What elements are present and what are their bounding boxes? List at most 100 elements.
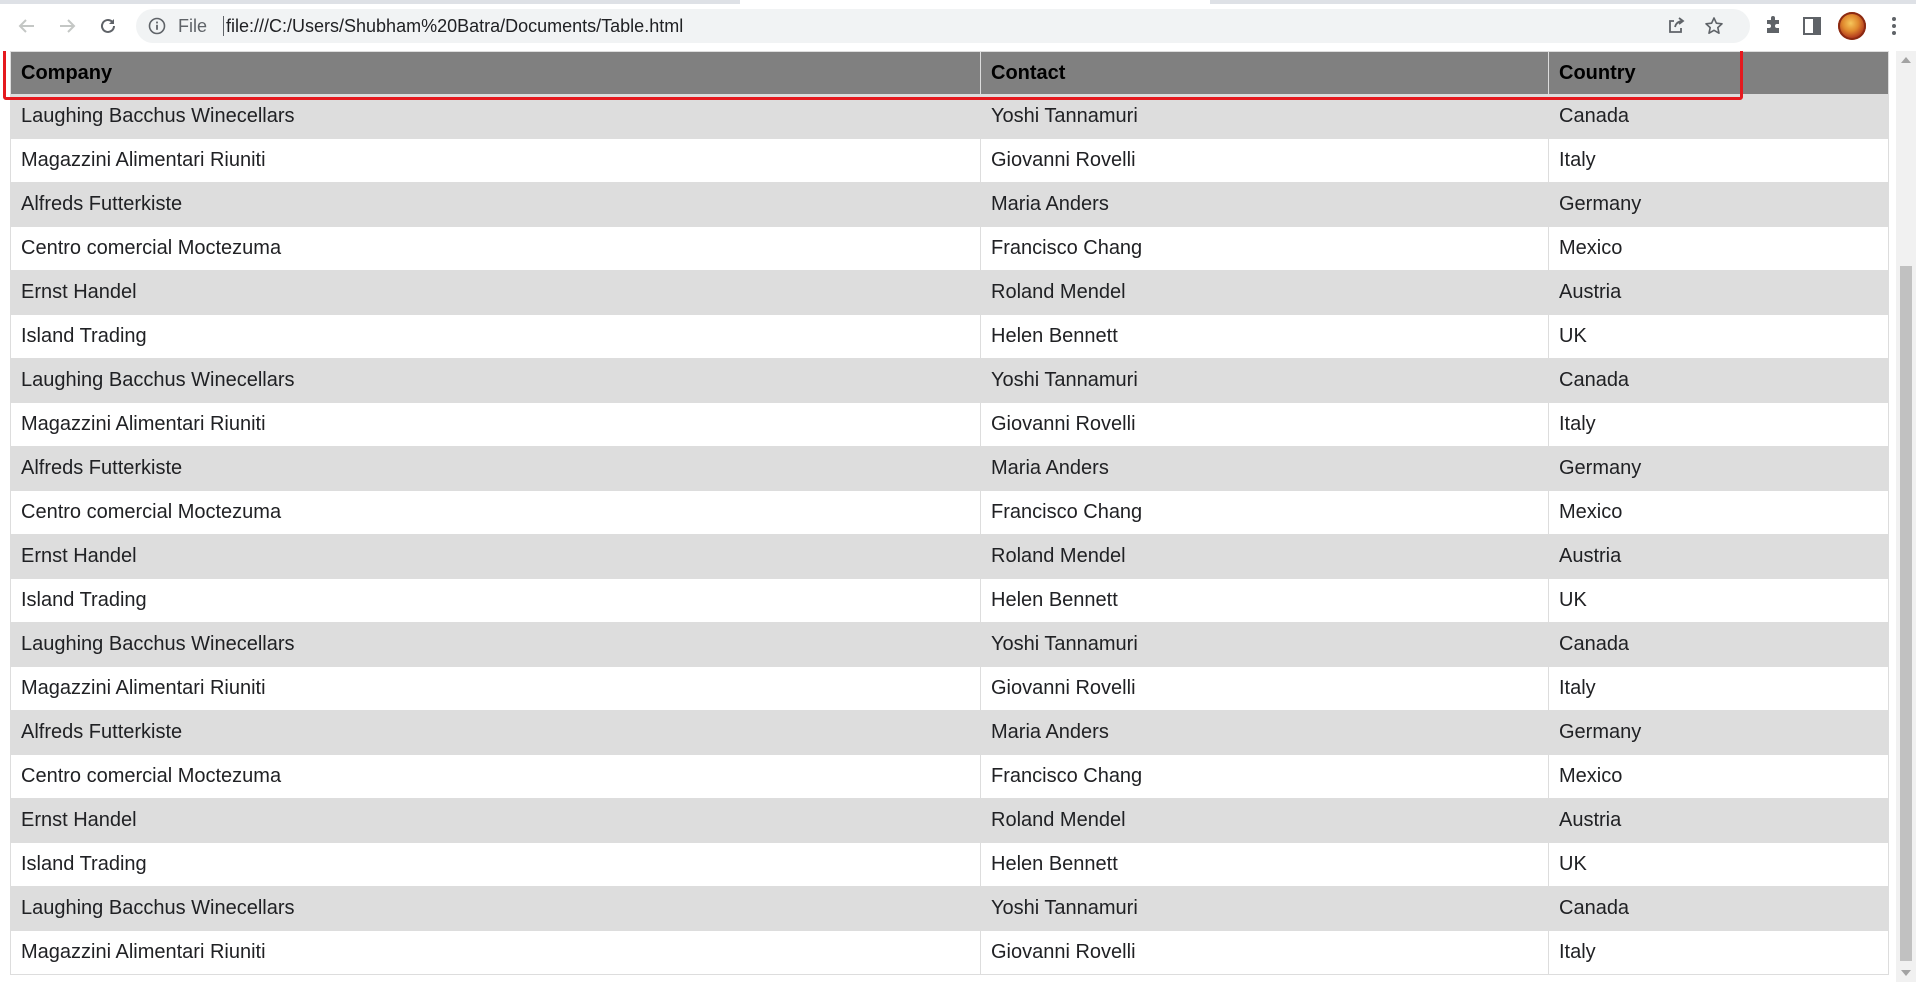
table-cell-country: Mexico: [1548, 226, 1889, 271]
table-cell-contact: Giovanni Rovelli: [980, 930, 1549, 975]
table-row: Laughing Bacchus Winecellars Yoshi Tannam…: [10, 358, 1889, 403]
table-row: Ernst Handel Roland Mendel Austria: [10, 798, 1889, 843]
info-icon[interactable]: [148, 17, 166, 35]
table-cell-country: UK: [1548, 314, 1889, 359]
back-button[interactable]: [11, 10, 43, 42]
forward-arrow-icon: [60, 19, 76, 33]
table-cell-contact: Giovanni Rovelli: [980, 402, 1549, 447]
table-cell-company: Alfreds Futterkiste: [10, 446, 981, 491]
table-cell-country: Austria: [1548, 270, 1889, 315]
table-cell-company: Ernst Handel: [10, 270, 981, 315]
table-row: Ernst Handel Roland Mendel Austria: [10, 534, 1889, 579]
table-row: Island Trading Helen Bennett UK: [10, 842, 1889, 887]
table-row: Island Trading Helen Bennett UK: [10, 314, 1889, 359]
table-cell-country: UK: [1548, 578, 1889, 623]
table-cell-company: Centro comercial Moctezuma: [10, 226, 981, 271]
table-cell-company: Centro comercial Moctezuma: [10, 754, 981, 799]
table-cell-company: Laughing Bacchus Winecellars: [10, 94, 981, 139]
vertical-scrollbar[interactable]: [1896, 51, 1916, 982]
column-header-country: Country: [1548, 51, 1889, 95]
table-cell-contact: Helen Bennett: [980, 314, 1549, 359]
table-cell-company: Laughing Bacchus Winecellars: [10, 358, 981, 403]
table-cell-country: Germany: [1548, 710, 1889, 755]
reload-icon: [101, 18, 115, 33]
table-cell-contact: Francisco Chang: [980, 754, 1549, 799]
table-cell-country: Italy: [1548, 666, 1889, 711]
table-row: Alfreds Futterkiste Maria Anders Germany: [10, 710, 1889, 755]
avatar[interactable]: [1838, 12, 1866, 40]
scrollbar-thumb[interactable]: [1900, 266, 1912, 961]
tab-strip-edge: [0, 0, 740, 4]
table-cell-company: Magazzini Alimentari Riuniti: [10, 666, 981, 711]
table-cell-contact: Yoshi Tannamuri: [980, 886, 1549, 931]
table-row: Laughing Bacchus Winecellars Yoshi Tannam…: [10, 94, 1889, 139]
table-cell-company: Island Trading: [10, 314, 981, 359]
table-cell-contact: Helen Bennett: [980, 842, 1549, 887]
table-row: Centro comercial Moctezuma Francisco Chan…: [10, 754, 1889, 799]
url-scheme-label: File: [178, 16, 208, 36]
table-cell-company: Alfreds Futterkiste: [10, 182, 981, 227]
table-cell-country: UK: [1548, 842, 1889, 887]
url-separator: [223, 16, 224, 36]
table-row: Magazzini Alimentari Riuniti Giovanni Rov…: [10, 666, 1889, 711]
address-bar[interactable]: File file:///C:/Users/Shubham%20Batra/Do…: [136, 9, 1750, 43]
table-cell-country: Canada: [1548, 94, 1889, 139]
table-cell-country: Canada: [1548, 622, 1889, 667]
reload-button[interactable]: [92, 10, 124, 42]
share-icon[interactable]: [1666, 16, 1686, 36]
table-cell-contact: Maria Anders: [980, 446, 1549, 491]
browser-toolbar: File file:///C:/Users/Shubham%20Batra/Do…: [0, 0, 1916, 51]
table-cell-contact: Maria Anders: [980, 710, 1549, 755]
table-cell-country: Italy: [1548, 402, 1889, 447]
table-row: Magazzini Alimentari Riuniti Giovanni Rov…: [10, 402, 1889, 447]
table-cell-company: Laughing Bacchus Winecellars: [10, 622, 981, 667]
puzzle-icon[interactable]: [1762, 14, 1786, 38]
table-row: Laughing Bacchus Winecellars Yoshi Tannam…: [10, 622, 1889, 667]
table-cell-company: Magazzini Alimentari Riuniti: [10, 402, 981, 447]
table-row: Alfreds Futterkiste Maria Anders Germany: [10, 446, 1889, 491]
scroll-down-arrow[interactable]: [1901, 970, 1911, 976]
back-arrow-icon: [18, 19, 34, 33]
tab-strip-edge: [1210, 0, 1916, 4]
side-panel-icon[interactable]: [1800, 14, 1824, 38]
table-row: Magazzini Alimentari Riuniti Giovanni Rov…: [10, 138, 1889, 183]
table-row: Laughing Bacchus Winecellars Yoshi Tannam…: [10, 886, 1889, 931]
more-vert-icon[interactable]: [1886, 14, 1902, 38]
table-cell-country: Italy: [1548, 138, 1889, 183]
table-body: Laughing Bacchus Winecellars Yoshi Tannam…: [10, 94, 1889, 975]
table-header: Company Contact Country: [10, 51, 1889, 95]
table-cell-country: Austria: [1548, 534, 1889, 579]
star-icon[interactable]: [1704, 16, 1724, 36]
table-cell-country: Germany: [1548, 182, 1889, 227]
table-cell-country: Austria: [1548, 798, 1889, 843]
table-cell-country: Italy: [1548, 930, 1889, 975]
table-cell-company: Magazzini Alimentari Riuniti: [10, 138, 981, 183]
table-row: Centro comercial Moctezuma Francisco Chan…: [10, 226, 1889, 271]
scroll-up-arrow[interactable]: [1901, 57, 1911, 63]
forward-button[interactable]: [51, 10, 83, 42]
table-cell-contact: Roland Mendel: [980, 798, 1549, 843]
data-table: Company Contact Country Laughing Bacchus…: [10, 51, 1889, 975]
table-cell-country: Canada: [1548, 358, 1889, 403]
table-cell-contact: Helen Bennett: [980, 578, 1549, 623]
table-cell-company: Island Trading: [10, 578, 981, 623]
table-row: Alfreds Futterkiste Maria Anders Germany: [10, 182, 1889, 227]
table-cell-contact: Giovanni Rovelli: [980, 138, 1549, 183]
table-cell-contact: Maria Anders: [980, 182, 1549, 227]
table-cell-contact: Giovanni Rovelli: [980, 666, 1549, 711]
table-cell-contact: Roland Mendel: [980, 270, 1549, 315]
table-cell-company: Laughing Bacchus Winecellars: [10, 886, 981, 931]
table-row: Ernst Handel Roland Mendel Austria: [10, 270, 1889, 315]
table-cell-contact: Francisco Chang: [980, 490, 1549, 535]
table-cell-contact: Yoshi Tannamuri: [980, 94, 1549, 139]
table-cell-company: Alfreds Futterkiste: [10, 710, 981, 755]
page-viewport: Company Contact Country Laughing Bacchus…: [0, 51, 1896, 982]
table-cell-country: Canada: [1548, 886, 1889, 931]
table-cell-contact: Francisco Chang: [980, 226, 1549, 271]
table-cell-country: Germany: [1548, 446, 1889, 491]
table-row: Magazzini Alimentari Riuniti Giovanni Rov…: [10, 930, 1889, 975]
table-cell-country: Mexico: [1548, 490, 1889, 535]
table-cell-company: Ernst Handel: [10, 534, 981, 579]
column-header-contact: Contact: [980, 51, 1549, 95]
url-text[interactable]: file:///C:/Users/Shubham%20Batra/Documen…: [226, 17, 683, 35]
